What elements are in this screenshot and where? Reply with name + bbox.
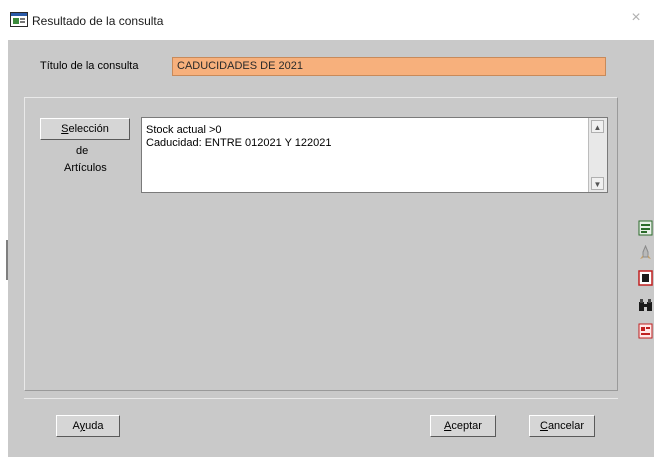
- criteria-textbox[interactable]: Stock actual >0 Caducidad: ENTRE 012021 …: [141, 117, 608, 193]
- accept-button[interactable]: Aceptar: [430, 415, 496, 437]
- edit-icon[interactable]: [638, 220, 653, 236]
- selection-sub-label-2: Artículos: [64, 162, 107, 174]
- scroll-down-icon[interactable]: ▼: [591, 177, 604, 190]
- article-selection-button[interactable]: Selección: [40, 118, 130, 140]
- title-bar: Resultado de la consulta ×: [0, 0, 654, 40]
- criteria-scrollbar[interactable]: ▲ ▼: [588, 118, 607, 192]
- cancel-label: ancelar: [547, 420, 585, 432]
- help-button[interactable]: Ayuda: [56, 415, 120, 437]
- rocket-icon[interactable]: [638, 245, 653, 261]
- selection-sub-label-1: de: [76, 145, 89, 157]
- cancel-button[interactable]: Cancelar: [529, 415, 595, 437]
- footer-separator: [24, 398, 618, 399]
- window-title: Resultado de la consulta: [32, 14, 164, 28]
- criteria-line: Stock actual >0: [146, 124, 222, 136]
- binoculars-icon[interactable]: [638, 297, 653, 313]
- app-window-icon: [10, 12, 28, 27]
- scroll-up-icon[interactable]: ▲: [591, 120, 604, 133]
- help-label-post: uda: [85, 420, 104, 432]
- resize-handle[interactable]: [6, 240, 8, 280]
- print-icon[interactable]: [638, 270, 653, 286]
- help-label-pre: A: [72, 420, 80, 432]
- close-button[interactable]: ×: [628, 10, 644, 26]
- report-icon[interactable]: [638, 323, 653, 339]
- selection-label: elección: [68, 123, 109, 135]
- query-title-label: Título de la consulta: [40, 60, 139, 72]
- accept-label: ceptar: [451, 420, 482, 432]
- cancel-accel: C: [539, 420, 548, 432]
- left-window-edge: [0, 40, 8, 457]
- query-title-field[interactable]: CADUCIDADES DE 2021: [172, 57, 606, 76]
- criteria-line: Caducidad: ENTRE 012021 Y 122021: [146, 137, 332, 149]
- result-dialog: Resultado de la consulta × Título de la …: [0, 0, 654, 457]
